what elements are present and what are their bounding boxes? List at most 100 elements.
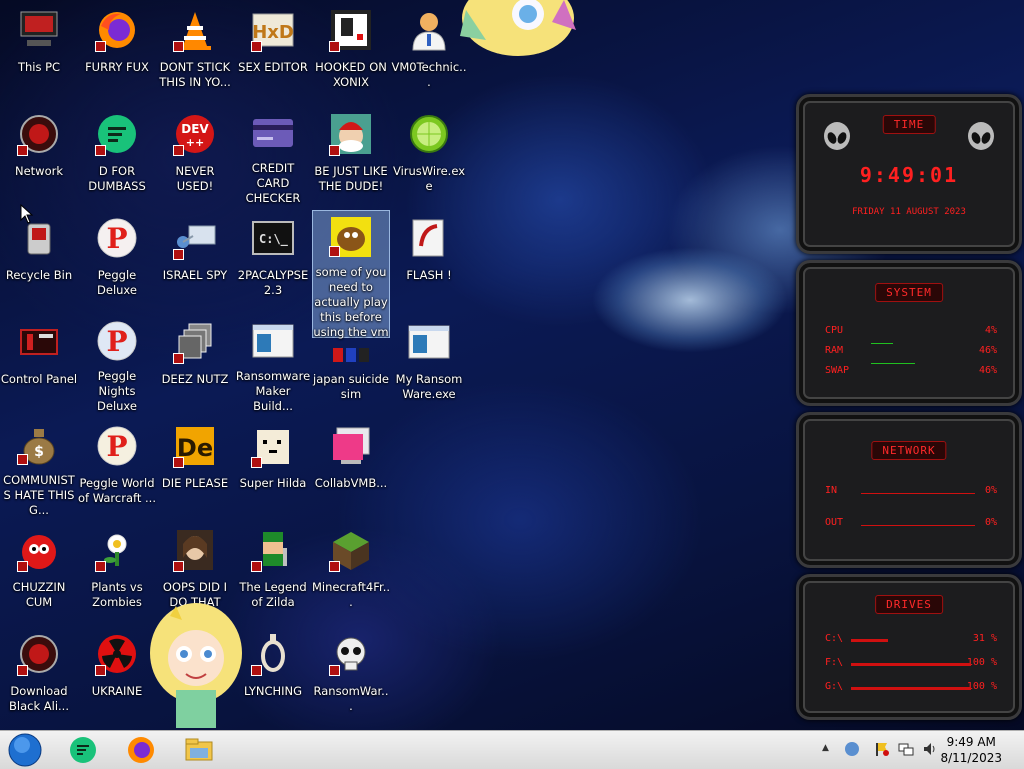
xonix-game-icon: [327, 6, 375, 54]
row-value: 4%: [984, 325, 997, 336]
desktop-icon-viruswire[interactable]: VirusWire.exe: [390, 106, 468, 206]
row-label: IN: [825, 485, 838, 496]
cartoon-character-sticker: [456, 0, 578, 58]
desktop-icon-ransomware-maker[interactable]: Ransomware Maker Build...: [234, 314, 312, 414]
japan-sim-icon: [327, 344, 375, 366]
collabvm-icon: [327, 422, 375, 470]
widget-time-panel: TIME 9:49:01 FRIDAY 11 AUGUST 2023: [796, 94, 1022, 254]
icon-label: UKRAINE: [91, 684, 143, 698]
desktop-icon-d-for-dumbass[interactable]: D FOR DUMBASS: [78, 106, 156, 206]
action-center-flag-icon[interactable]: [874, 741, 890, 757]
show-hidden-icons-button[interactable]: ▲: [822, 743, 838, 759]
desktop-icon-peggle-nights[interactable]: P Peggle Nights Deluxe: [78, 314, 156, 414]
system-row-ram: RAM 46%: [825, 345, 997, 356]
desktop-icon-never-used[interactable]: DEV ++ NEVER USED!: [156, 106, 234, 206]
computer-icon: [15, 6, 63, 54]
desktop-icon-collabvm[interactable]: CollabVMB...: [312, 418, 390, 518]
svg-text:P: P: [106, 430, 127, 463]
desktop-icon-super-hilda[interactable]: Super Hilda: [234, 418, 312, 518]
desktop-icon-this-pc[interactable]: This PC: [0, 2, 78, 102]
svg-text:P: P: [106, 325, 127, 358]
desktop-icon-credit-card[interactable]: CREDIT CARD CHECKER: [234, 106, 312, 206]
clock-time: 9:49 AM: [946, 735, 996, 749]
desktop-icon-sex-editor[interactable]: HxD SEX EDITOR: [234, 2, 312, 102]
drive-g-bar: [851, 687, 971, 690]
svg-text:C:\_: C:\_: [259, 232, 289, 247]
icon-label: Minecraft4Fr...: [312, 580, 391, 609]
peggle-icon: P: [93, 422, 141, 470]
drives-header: DRIVES: [875, 595, 943, 614]
network-header: NETWORK: [871, 441, 947, 460]
icon-label: Ransomware Maker Build...: [235, 369, 311, 413]
folder-icon: [185, 738, 213, 761]
credit-card-icon: [249, 110, 297, 155]
row-value: 100 %: [966, 681, 997, 692]
taskbar-app-chat[interactable]: [66, 733, 100, 767]
desktop-icon-communists[interactable]: $ COMMUNISTS HATE THIS G...: [0, 418, 78, 518]
desktop-icon-japan-suicide-sim[interactable]: japan suicide sim: [312, 314, 390, 414]
desktop-icon-minecraft[interactable]: Minecraft4Fr...: [312, 522, 390, 622]
taskbar-app-explorer[interactable]: [182, 733, 216, 767]
desktop-icon-peggle-deluxe[interactable]: P Peggle Deluxe: [78, 210, 156, 310]
grass-block-icon: [327, 526, 375, 574]
skull-icon: [327, 630, 375, 678]
desktop-icon-die-please[interactable]: De DIE PLEASE: [156, 418, 234, 518]
network-status-icon[interactable]: [898, 741, 914, 757]
icon-label: ISRAEL SPY: [162, 268, 228, 282]
volume-icon[interactable]: [922, 741, 938, 757]
desktop-icon-chuzzin-cum[interactable]: CHUZZIN CUM: [0, 522, 78, 622]
system-header: SYSTEM: [875, 283, 943, 302]
scooby-doo-icon: [327, 215, 375, 259]
swap-bar: [871, 363, 915, 364]
mouse-cursor: [20, 203, 34, 224]
out-graph-line: [861, 525, 975, 526]
application-window-icon: [249, 318, 297, 363]
svg-text:++: ++: [186, 136, 204, 149]
desktop-icon-furry-fux[interactable]: FURRY FUX: [78, 2, 156, 102]
network-row-in: IN 0%: [825, 485, 997, 496]
icon-label: Peggle Nights Deluxe: [97, 369, 137, 413]
tray-app-icon[interactable]: [844, 741, 860, 757]
traffic-cone-icon: [171, 6, 219, 54]
icon-label: CREDIT CARD CHECKER: [245, 161, 301, 205]
row-value: 46%: [978, 345, 997, 356]
firefox-icon: [128, 737, 154, 763]
desktop-icon-plants-vs-zombies[interactable]: Plants vs Zombies: [78, 522, 156, 622]
peggle-icon: P: [93, 214, 141, 262]
desktop-icon-recycle-bin[interactable]: Recycle Bin: [0, 210, 78, 310]
alien-head-icon: [968, 122, 994, 150]
icon-label: Peggle World of Warcraft ...: [78, 476, 156, 505]
alien-head-icon: [824, 122, 850, 150]
icon-label: NEVER USED!: [175, 164, 215, 193]
dev-cpp-icon: DEV ++: [171, 110, 219, 158]
desktop-icon-be-just-like[interactable]: BE JUST LIKE THE DUDE!: [312, 106, 390, 206]
desktop-icon-ransomwar[interactable]: RansomWar...: [312, 626, 390, 726]
start-orb-icon: [8, 733, 42, 767]
system-row-swap: SWAP 46%: [825, 365, 997, 376]
desktop-icon-peggle-wow[interactable]: P Peggle World of Warcraft ...: [78, 418, 156, 518]
icon-label: CollabVMB...: [314, 476, 388, 490]
taskbar-clock[interactable]: 9:49 AM 8/11/2023: [940, 734, 1002, 766]
red-fuzzball-icon: [15, 526, 63, 574]
desktop-icon-control-panel[interactable]: Control Panel: [0, 314, 78, 414]
icon-label: This PC: [17, 60, 61, 74]
desktop-icon-ukraine[interactable]: UKRAINE: [78, 626, 156, 726]
desktop-icon-hooked-on-xonix[interactable]: HOOKED ON XONIX: [312, 2, 390, 102]
desktop-icon-deez-nutz[interactable]: DEEZ NUTZ: [156, 314, 234, 414]
start-button[interactable]: [8, 733, 42, 767]
network-row-out: OUT 0%: [825, 517, 997, 528]
desktop-icon-2pacalypse[interactable]: C:\_ 2PACALYPSE 2.3: [234, 210, 312, 310]
network-computers-icon: [171, 214, 219, 262]
taskbar-app-firefox[interactable]: [124, 733, 158, 767]
desktop-icon-download-black-ali[interactable]: Download Black Ali...: [0, 626, 78, 726]
icon-label: COMMUNISTS HATE THIS G...: [3, 473, 75, 517]
desktop-icon-dont-stick[interactable]: DONT STICK THIS IN YO...: [156, 2, 234, 102]
desktop-icon-my-ransomware[interactable]: My Ransom Ware.exe: [390, 314, 468, 414]
hxd-icon: HxD: [249, 6, 297, 54]
desktop-icon-flash[interactable]: FLASH !: [390, 210, 468, 310]
desktop-icon-israel-spy[interactable]: ISRAEL SPY: [156, 210, 234, 310]
row-label: CPU: [825, 325, 844, 336]
stacked-windows-icon: [171, 318, 219, 366]
desktop-icon-network[interactable]: Network: [0, 106, 78, 206]
row-value: 46%: [978, 365, 997, 376]
